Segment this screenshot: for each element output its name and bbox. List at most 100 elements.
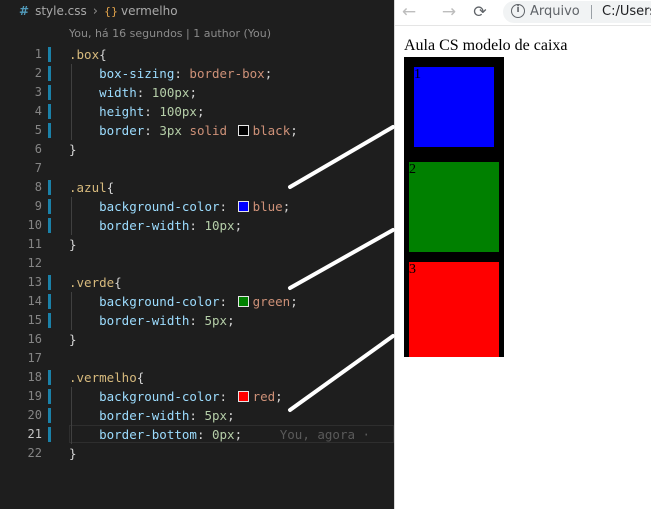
code-token: black bbox=[252, 123, 291, 138]
line-number[interactable]: 11 bbox=[0, 235, 42, 254]
line-number[interactable]: 5 bbox=[0, 121, 42, 140]
line-number[interactable]: 1 bbox=[0, 45, 42, 64]
line-number[interactable]: 16 bbox=[0, 330, 42, 349]
code-text[interactable]: background-color: red; bbox=[69, 387, 283, 406]
line-number[interactable]: 21 bbox=[0, 425, 42, 444]
code-line[interactable]: 19 background-color: red; bbox=[0, 387, 394, 406]
code-text[interactable]: } bbox=[69, 330, 77, 349]
code-token: height bbox=[69, 104, 145, 119]
git-change-indicator[interactable] bbox=[48, 123, 51, 138]
git-change-indicator[interactable] bbox=[48, 275, 51, 290]
git-change-indicator[interactable] bbox=[48, 180, 51, 195]
code-line[interactable]: 6} bbox=[0, 140, 394, 159]
code-text[interactable]: .azul{ bbox=[69, 178, 114, 197]
code-token: red bbox=[252, 389, 276, 404]
code-text[interactable]: background-color: blue; bbox=[69, 197, 290, 216]
code-line[interactable]: 22} bbox=[0, 444, 394, 463]
code-editor[interactable]: # style.css › {} vermelho You, há 16 seg… bbox=[0, 0, 394, 509]
line-number[interactable]: 4 bbox=[0, 102, 42, 121]
code-text[interactable]: background-color: green; bbox=[69, 292, 298, 311]
code-line[interactable]: 13 .verde{ bbox=[0, 273, 394, 292]
code-token: ; bbox=[234, 427, 243, 442]
code-line[interactable]: 14 background-color: green; bbox=[0, 292, 394, 311]
code-text[interactable]: border-width: 5px; bbox=[69, 311, 235, 330]
line-number[interactable]: 10 bbox=[0, 216, 42, 235]
info-icon[interactable]: i bbox=[511, 4, 525, 18]
address-url[interactable]: C:/Users bbox=[602, 4, 651, 19]
code-line[interactable]: 10 border-width: 10px; bbox=[0, 216, 394, 235]
git-change-indicator[interactable] bbox=[48, 313, 51, 328]
code-line[interactable]: 3 width: 100px; bbox=[0, 83, 394, 102]
code-text[interactable]: width: 100px; bbox=[69, 83, 197, 102]
code-text[interactable]: border: 3px solid black; bbox=[69, 121, 298, 140]
git-change-indicator[interactable] bbox=[48, 389, 51, 404]
back-button[interactable]: ← bbox=[399, 2, 419, 22]
line-number[interactable]: 7 bbox=[0, 159, 42, 178]
code-line[interactable]: 5 border: 3px solid black; bbox=[0, 121, 394, 140]
forward-button[interactable]: → bbox=[439, 2, 459, 22]
color-swatch[interactable] bbox=[237, 296, 249, 307]
box-vermelho: 3 bbox=[404, 257, 504, 357]
code-line[interactable]: 17 bbox=[0, 349, 394, 368]
git-change-indicator[interactable] bbox=[48, 294, 51, 309]
git-change-indicator[interactable] bbox=[48, 104, 51, 119]
line-number[interactable]: 14 bbox=[0, 292, 42, 311]
code-line[interactable]: 1 .box{ bbox=[0, 45, 394, 64]
line-number[interactable]: 15 bbox=[0, 311, 42, 330]
line-number[interactable]: 12 bbox=[0, 254, 42, 273]
code-token: ; bbox=[227, 313, 235, 328]
reload-button[interactable]: ⟳ bbox=[470, 2, 490, 22]
code-line[interactable]: 21 border-bottom: 0px; You, agora · bbox=[0, 425, 394, 444]
git-change-indicator[interactable] bbox=[48, 199, 51, 214]
code-line[interactable]: 7 bbox=[0, 159, 394, 178]
code-text[interactable]: border-width: 5px; bbox=[69, 406, 235, 425]
code-line[interactable]: 20 border-width: 5px; bbox=[0, 406, 394, 425]
git-change-indicator[interactable] bbox=[48, 47, 51, 62]
git-change-indicator[interactable] bbox=[48, 218, 51, 233]
line-number[interactable]: 17 bbox=[0, 349, 42, 368]
git-change-indicator[interactable] bbox=[48, 408, 51, 423]
line-number[interactable]: 8 bbox=[0, 178, 42, 197]
color-swatch[interactable] bbox=[237, 201, 249, 212]
git-change-indicator[interactable] bbox=[48, 85, 51, 100]
code-text[interactable]: } bbox=[69, 140, 77, 159]
code-lines[interactable]: 1 .box{2 box-sizing: border-box; 3 width: … bbox=[0, 45, 394, 463]
code-text[interactable]: height: 100px; bbox=[69, 102, 204, 121]
code-text[interactable]: } bbox=[69, 235, 77, 254]
address-bar[interactable]: i Arquivo C:/Users bbox=[503, 1, 651, 23]
code-line[interactable]: 15 border-width: 5px; bbox=[0, 311, 394, 330]
code-line[interactable]: 2 box-sizing: border-box; bbox=[0, 64, 394, 83]
line-number[interactable]: 20 bbox=[0, 406, 42, 425]
code-line[interactable]: 8 .azul{ bbox=[0, 178, 394, 197]
code-line[interactable]: 4 height: 100px; bbox=[0, 102, 394, 121]
code-text[interactable]: box-sizing: border-box; bbox=[69, 64, 272, 83]
line-number[interactable]: 2 bbox=[0, 64, 42, 83]
code-text[interactable]: .vermelho{ bbox=[69, 368, 144, 387]
code-line[interactable]: 9 background-color: blue; bbox=[0, 197, 394, 216]
code-text[interactable]: border-bottom: 0px; You, agora · bbox=[69, 425, 370, 444]
box-azul: 1 bbox=[404, 57, 504, 157]
breadcrumb-symbol[interactable]: vermelho bbox=[121, 4, 178, 18]
color-swatch[interactable] bbox=[237, 125, 249, 136]
git-change-indicator[interactable] bbox=[48, 66, 51, 81]
line-number[interactable]: 22 bbox=[0, 444, 42, 463]
line-number[interactable]: 19 bbox=[0, 387, 42, 406]
code-text[interactable]: border-width: 10px; bbox=[69, 216, 242, 235]
line-number[interactable]: 18 bbox=[0, 368, 42, 387]
code-text[interactable]: .verde{ bbox=[69, 273, 122, 292]
code-text[interactable]: .box{ bbox=[69, 45, 107, 64]
code-line[interactable]: 18 .vermelho{ bbox=[0, 368, 394, 387]
line-number[interactable]: 6 bbox=[0, 140, 42, 159]
line-number[interactable]: 13 bbox=[0, 273, 42, 292]
code-text[interactable]: } bbox=[69, 444, 77, 463]
line-number[interactable]: 9 bbox=[0, 197, 42, 216]
breadcrumb-file[interactable]: style.css bbox=[35, 4, 87, 18]
git-change-indicator[interactable] bbox=[48, 370, 51, 385]
git-blame-codelens[interactable]: You, há 16 segundos | 1 author (You) bbox=[69, 27, 271, 40]
code-line[interactable]: 12 bbox=[0, 254, 394, 273]
color-swatch[interactable] bbox=[237, 391, 249, 402]
line-number[interactable]: 3 bbox=[0, 83, 42, 102]
code-line[interactable]: 16} bbox=[0, 330, 394, 349]
git-change-indicator[interactable] bbox=[48, 427, 51, 442]
code-line[interactable]: 11} bbox=[0, 235, 394, 254]
